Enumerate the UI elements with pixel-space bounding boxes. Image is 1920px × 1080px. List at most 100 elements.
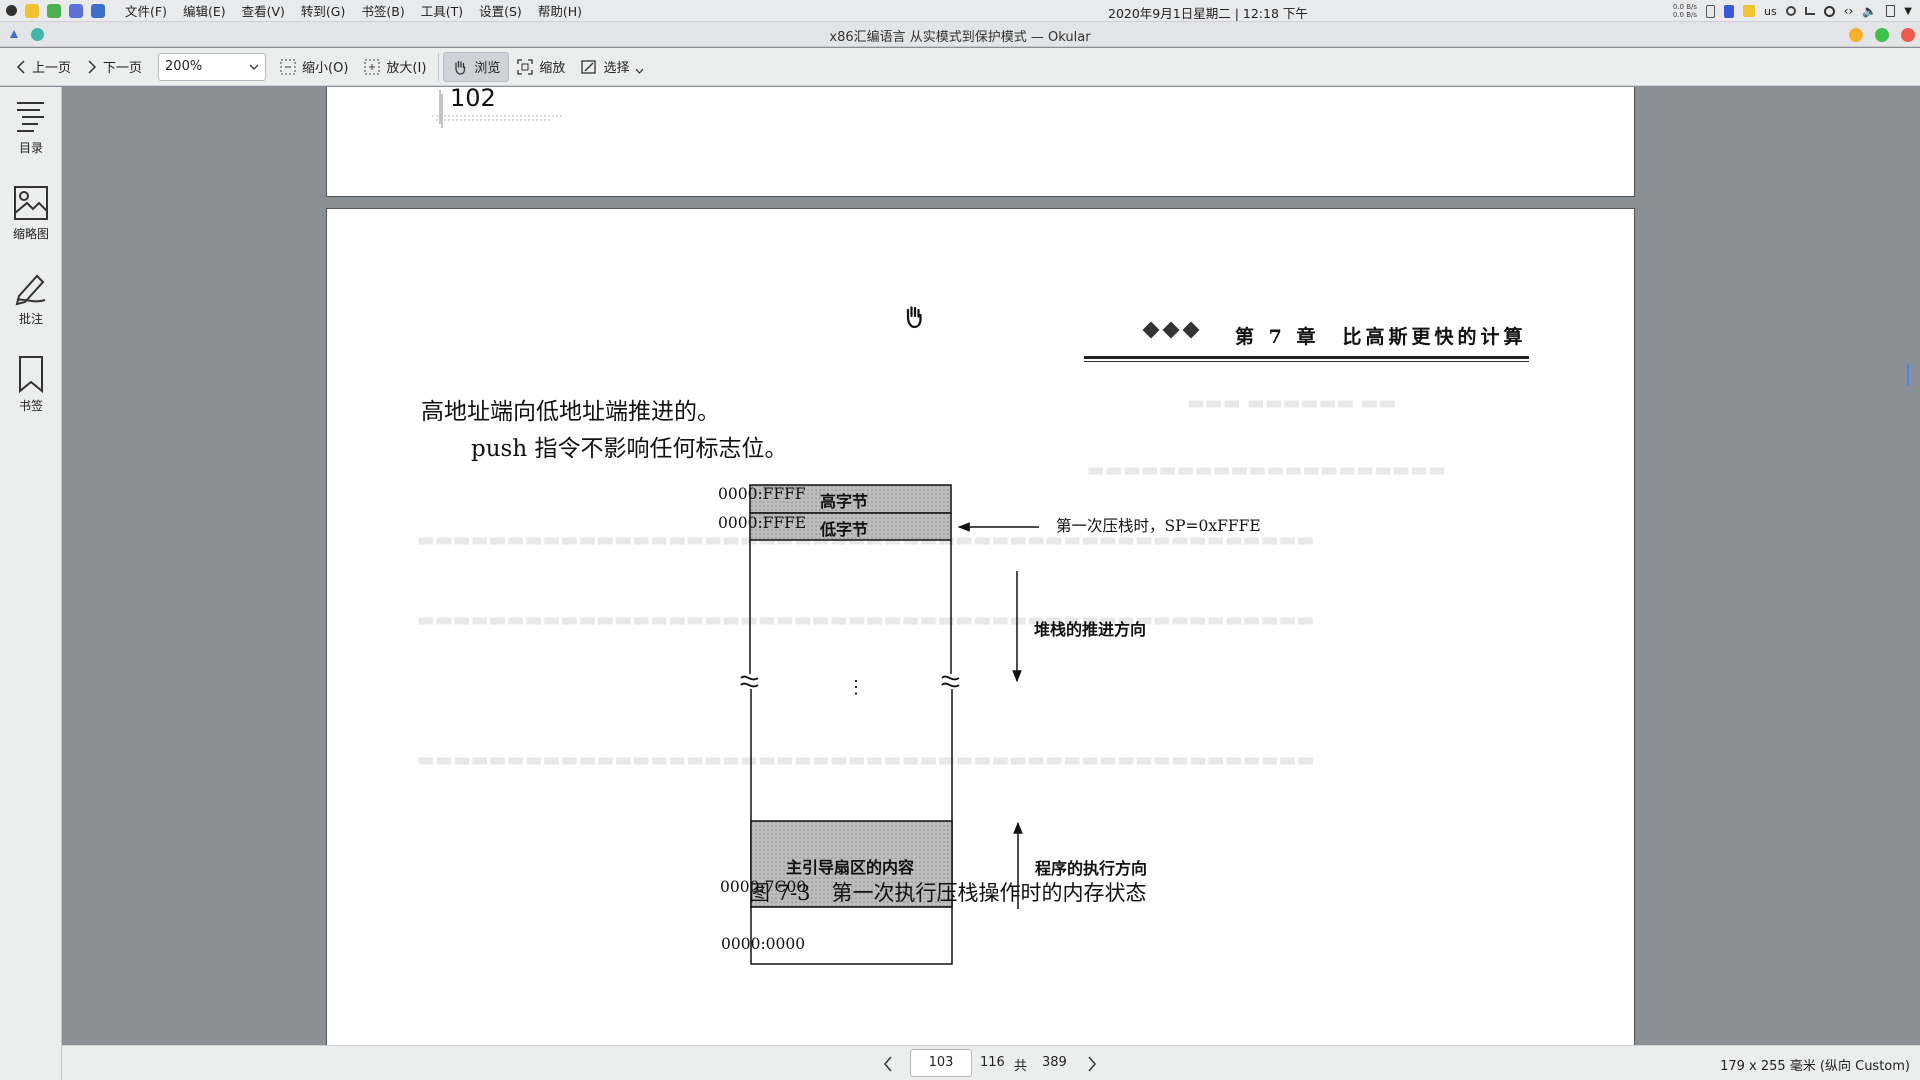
high-byte-label: 高字节	[820, 492, 869, 511]
sidebar-item-bookmarks[interactable]: 书签	[0, 355, 62, 414]
keyboard-layout[interactable]: us	[1764, 5, 1777, 18]
network-icon[interactable]	[1804, 7, 1815, 15]
side-panel: 目录 缩略图 批注 书签	[0, 87, 62, 1080]
system-tray: 0.0 B/s 0.0 B/s us ‹› 🔈 ▼	[1673, 3, 1912, 19]
next-page-label: 下一页	[103, 61, 143, 76]
zoom-select[interactable]: 200%	[158, 52, 267, 81]
memory-diagram	[740, 484, 1039, 965]
chevron-down-icon	[249, 64, 259, 70]
previous-page-button[interactable]: 上一页	[8, 52, 79, 82]
toc-icon	[17, 102, 44, 132]
menu-view[interactable]: 查看(V)	[242, 1, 285, 20]
menu-bookmarks[interactable]: 书签(B)	[361, 1, 404, 20]
zoom-out-icon	[280, 59, 296, 74]
previous-page-label: 上一页	[32, 61, 72, 76]
thumbnails-icon	[14, 186, 48, 220]
break-mark	[740, 675, 759, 688]
sidebar-item-label: 缩略图	[12, 227, 49, 241]
chevron-down-icon[interactable]	[635, 68, 644, 75]
zoom-in-label: 放大(I)	[386, 61, 427, 76]
zoom-tool-icon	[517, 58, 534, 75]
files-app-icon[interactable]	[25, 3, 39, 18]
hand-icon	[455, 60, 466, 75]
menu-edit[interactable]: 编辑(E)	[183, 1, 226, 20]
screen-icon[interactable]	[1724, 4, 1735, 18]
sidebar-item-label: 批注	[18, 312, 43, 326]
scroll-position-marker[interactable]	[1907, 364, 1909, 386]
minimize-button[interactable]	[1849, 28, 1863, 42]
page-size-info: 179 x 255 毫米 (纵向 Custom)	[1720, 1059, 1910, 1074]
zoom-tool-button[interactable]: 缩放	[509, 52, 573, 82]
menu-go[interactable]: 转到(G)	[301, 1, 345, 20]
tray-chevron-down-icon[interactable]: ▼	[1904, 6, 1912, 17]
sidebar-item-label: 书签	[18, 399, 43, 413]
browser-icon[interactable]	[1823, 5, 1835, 17]
address-label: 0000:FFFF	[718, 485, 806, 503]
add-app-icon[interactable]	[47, 3, 61, 18]
system-top-bar: 文件(F) 编辑(E) 查看(V) 转到(G) 书签(B) 工具(T) 设置(S…	[0, 0, 1920, 22]
first-push-label: 第一次压栈时，SP=0xFFFE	[1056, 517, 1261, 535]
browse-tool-button[interactable]: 浏览	[443, 51, 510, 82]
document-page-102: 102	[326, 87, 1635, 197]
close-button[interactable]	[1901, 28, 1915, 42]
record-icon[interactable]	[1785, 6, 1796, 16]
document-viewport[interactable]: 102 ▬▬▬ ▬▬▬▬▬▬ ▬▬ ▬▬▬▬▬▬▬▬▬▬▬▬▬▬▬▬▬▬▬▬ ▬…	[62, 87, 1920, 1045]
zoom-out-label: 缩小(O)	[302, 61, 349, 76]
memory-column-upper	[749, 540, 952, 674]
ellipsis-label: ⋮	[847, 677, 865, 698]
sidebar-item-label: 目录	[18, 141, 43, 155]
clipboard-icon[interactable]	[1886, 5, 1896, 17]
bookmark-icon	[19, 356, 43, 393]
system-clock[interactable]: 2020年9月1日星期二 | 12:18 下午	[1108, 3, 1308, 22]
exec-direction-label: 程序的执行方向	[1035, 859, 1148, 878]
address-label: 0000:0000	[721, 935, 806, 953]
main-toolbar: 上一页 下一页 200% 缩小(O) 放大(I) 浏览 缩放 选择	[0, 48, 1920, 86]
previous-page-number: 102	[450, 87, 496, 112]
volume-icon[interactable]: 🔈	[1862, 4, 1877, 18]
annotate-icon	[15, 274, 46, 306]
editor-app-icon[interactable]	[91, 3, 105, 18]
menu-help[interactable]: 帮助(H)	[538, 1, 582, 20]
select-tool-button[interactable]: 选择	[573, 52, 652, 82]
address-label: 0000:FFFE	[718, 514, 807, 532]
menu-bar: 文件(F) 编辑(E) 查看(V) 转到(G) 书签(B) 工具(T) 设置(S…	[125, 1, 582, 20]
chevron-right-icon	[88, 59, 97, 74]
select-tool-label: 选择	[603, 61, 630, 76]
select-tool-icon	[581, 59, 597, 74]
sidebar-item-thumbnails[interactable]: 缩略图	[0, 185, 62, 242]
code-icon[interactable]: ‹›	[1844, 4, 1854, 18]
low-byte-label: 低字节	[820, 520, 869, 539]
okular-app-icon[interactable]	[69, 3, 83, 18]
zoom-out-button[interactable]: 缩小(O)	[272, 52, 356, 82]
previous-page-chevron-icon[interactable]	[882, 1056, 894, 1072]
total-pages: 389	[1042, 1055, 1067, 1070]
window-title-bar: x86汇编语言 从实模式到保护模式 — Okular	[0, 22, 1920, 47]
figure-caption: 图 7-3 第一次执行压栈操作时的内存状态	[749, 881, 1147, 905]
page-label: 116	[980, 1055, 1005, 1070]
next-page-button[interactable]: 下一页	[79, 52, 150, 82]
sidebar-item-toc[interactable]: 目录	[0, 99, 62, 156]
apple-menu-icon[interactable]	[6, 5, 17, 16]
boot-sector-label: 主引导扇区的内容	[786, 858, 915, 877]
page-number-input[interactable]: 103	[910, 1049, 972, 1077]
break-mark	[941, 675, 960, 688]
zoom-in-icon	[364, 59, 380, 74]
notes-icon[interactable]	[1743, 5, 1756, 17]
window-title: x86汇编语言 从实模式到保护模式 — Okular	[829, 30, 1091, 45]
menu-tools[interactable]: 工具(T)	[421, 1, 463, 20]
stack-direction-label: 堆栈的推进方向	[1034, 620, 1147, 639]
chevron-left-icon	[16, 59, 25, 74]
sidebar-item-annotations[interactable]: 批注	[0, 270, 62, 327]
menu-file[interactable]: 文件(F)	[125, 1, 167, 20]
maximize-button[interactable]	[1875, 28, 1889, 42]
zoom-value: 200%	[165, 59, 203, 74]
menu-settings[interactable]: 设置(S)	[479, 1, 522, 20]
zoom-tool-label: 缩放	[539, 61, 566, 76]
toolbar-divider	[438, 52, 440, 81]
of-label: 共	[1014, 1059, 1028, 1074]
browse-tool-label: 浏览	[474, 61, 501, 76]
zoom-in-button[interactable]: 放大(I)	[356, 52, 434, 82]
battery-icon[interactable]	[1706, 4, 1716, 18]
next-page-chevron-icon[interactable]	[1086, 1056, 1098, 1072]
launcher-icons	[0, 3, 105, 18]
